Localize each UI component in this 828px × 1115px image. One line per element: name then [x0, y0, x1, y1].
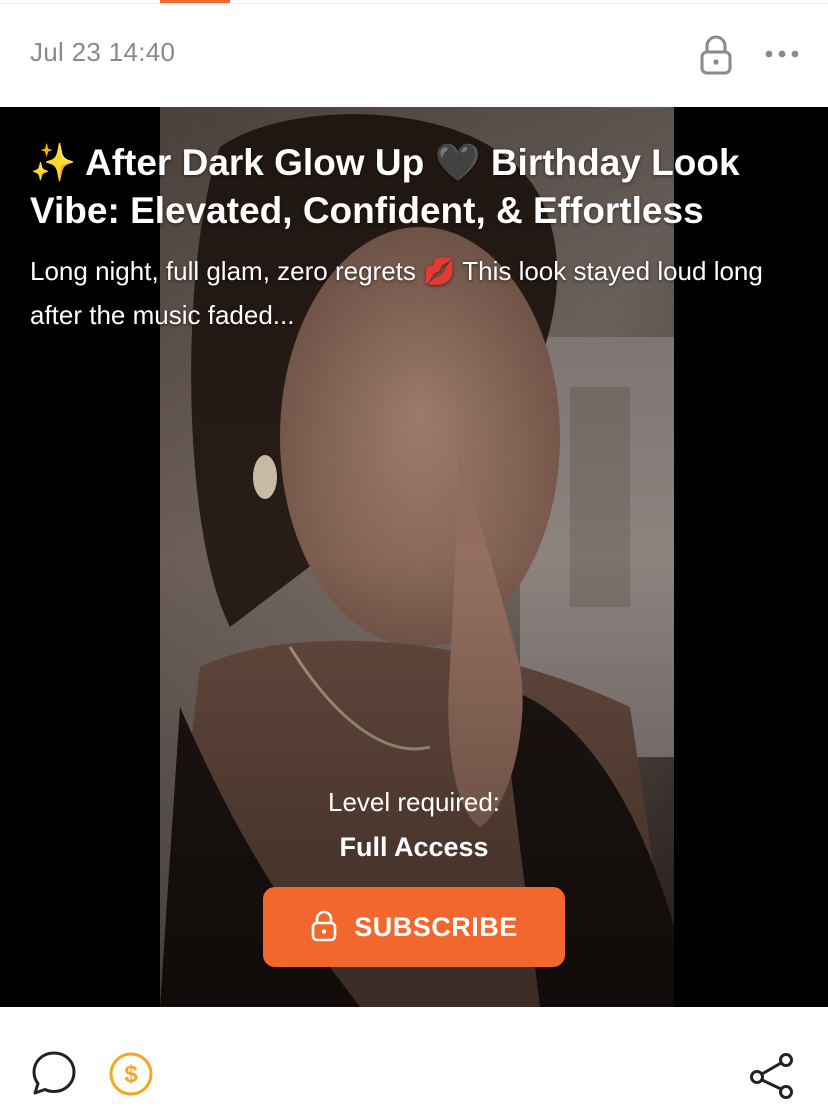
level-required-value: Full Access — [339, 832, 489, 862]
lock-icon — [310, 909, 338, 946]
share-icon[interactable] — [748, 1051, 796, 1101]
subscribe-label: SUBSCRIBE — [354, 911, 518, 942]
post-overlay: ✨ After Dark Glow Up 🖤 Birthday Look Vib… — [30, 139, 810, 337]
post-header: Jul 23 14:40 — [0, 0, 828, 107]
lock-icon[interactable] — [698, 34, 734, 76]
post-date: Jul 23 14:40 — [30, 37, 176, 67]
post-actions: $ — [0, 1007, 828, 1115]
post-description: Long night, full glam, zero regrets 💋 Th… — [30, 256, 763, 330]
locked-media: ✨ After Dark Glow Up 🖤 Birthday Look Vib… — [0, 107, 828, 1007]
tip-dollar-icon[interactable]: $ — [108, 1051, 154, 1097]
comment-icon[interactable] — [30, 1049, 78, 1097]
level-required-label: Level required: — [328, 787, 500, 817]
post-title: ✨ After Dark Glow Up 🖤 Birthday Look Vib… — [30, 142, 740, 231]
subscribe-button[interactable]: SUBSCRIBE — [263, 887, 565, 967]
more-horizontal-icon[interactable] — [762, 40, 802, 68]
svg-text:$: $ — [124, 1061, 138, 1088]
